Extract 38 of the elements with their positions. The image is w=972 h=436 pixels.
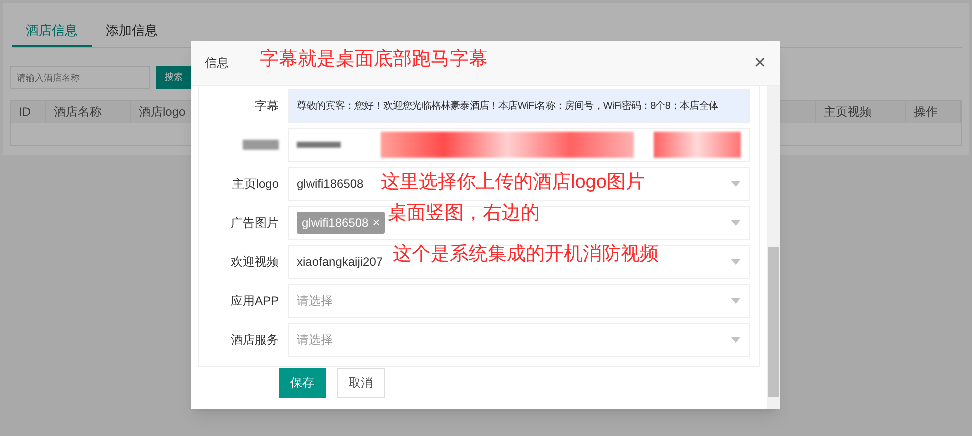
select-field[interactable]: 请选择 (288, 284, 750, 318)
dropdown-caret-icon (731, 181, 741, 187)
column-header: ID (11, 101, 46, 123)
field-label: 应用APP (230, 293, 279, 310)
tab[interactable]: 添加信息 (92, 17, 172, 47)
select-value: glwifi186508 (297, 176, 364, 193)
select-placeholder: 请选择 (297, 293, 333, 310)
annotation-text: 字幕就是桌面底部跑马字幕 (260, 50, 488, 69)
annotation-text: 桌面竖图，右边的 (388, 204, 540, 223)
annotation-text: 这个是系统集成的开机消防视频 (393, 245, 659, 264)
dropdown-caret-icon (731, 298, 741, 304)
tab[interactable]: 酒店信息 (12, 17, 92, 47)
cancel-button[interactable]: 取消 (337, 368, 385, 398)
dropdown-caret-icon (731, 220, 741, 226)
subtitle-text: 尊敬的宾客：您好！欢迎您光临格林豪泰酒店！本店WiFi名称：房间号，WiFi密码：8个8；本店全体 (297, 100, 719, 114)
selected-tag[interactable]: glwifi186508 × (297, 212, 386, 234)
column-header: 操作 (906, 101, 961, 123)
field-label: 广告图片 (230, 215, 279, 232)
select-field[interactable]: 请选择 (288, 323, 750, 357)
scrollbar[interactable] (767, 86, 780, 409)
field-label: 主页logo (231, 176, 279, 193)
search-field[interactable]: 请输入酒店名称 (10, 66, 150, 89)
pixelated-label (243, 140, 279, 150)
dropdown-caret-icon (731, 337, 741, 343)
column-header: 酒店名称 (46, 101, 131, 123)
annotation-text: 这里选择你上传的酒店logo图片 (381, 173, 645, 192)
select-value: xiaofangkaiji207 (297, 254, 384, 271)
select-placeholder: 请选择 (297, 332, 333, 349)
field-label: 酒店服务 (230, 332, 279, 349)
dialog-title: 信息 (205, 55, 229, 72)
subtitle-field[interactable]: 尊敬的宾客：您好！欢迎您光临格林豪泰酒店！本店WiFi名称：房间号，WiFi密码：8个8；本店全体 (288, 89, 750, 123)
field-label: 欢迎视频 (230, 254, 279, 271)
save-button[interactable]: 保存 (279, 368, 326, 398)
close-button[interactable]: × (754, 53, 766, 73)
field-label: 字幕 (254, 98, 279, 115)
column-header: 主页视频 (816, 101, 906, 123)
search-button[interactable]: 搜索 (156, 66, 192, 89)
dropdown-caret-icon (731, 259, 741, 265)
